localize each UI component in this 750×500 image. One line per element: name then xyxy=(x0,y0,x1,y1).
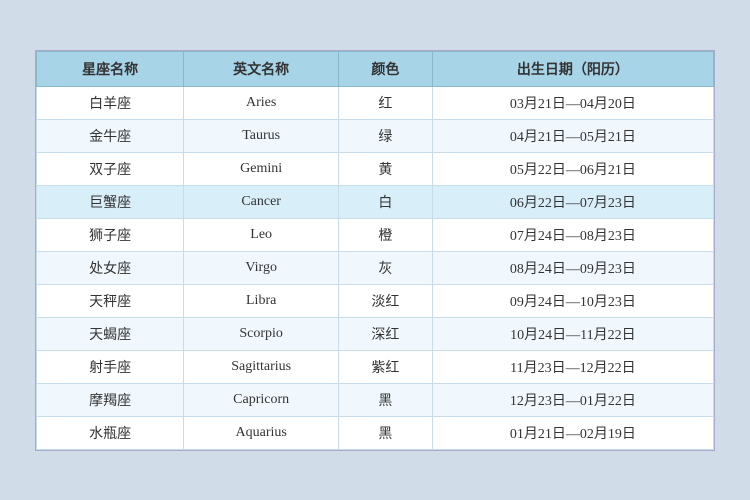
cell-chinese: 巨蟹座 xyxy=(37,185,184,218)
table-row: 摩羯座Capricorn黑12月23日—01月22日 xyxy=(37,383,714,416)
col-header-chinese: 星座名称 xyxy=(37,51,184,86)
zodiac-table: 星座名称 英文名称 颜色 出生日期（阳历） 白羊座Aries红03月21日—04… xyxy=(36,51,714,450)
cell-dates: 10月24日—11月22日 xyxy=(432,317,713,350)
cell-color: 橙 xyxy=(339,218,433,251)
cell-english: Leo xyxy=(184,218,339,251)
cell-english: Gemini xyxy=(184,152,339,185)
cell-dates: 04月21日—05月21日 xyxy=(432,119,713,152)
cell-english: Aries xyxy=(184,86,339,119)
cell-chinese: 摩羯座 xyxy=(37,383,184,416)
cell-english: Scorpio xyxy=(184,317,339,350)
cell-chinese: 狮子座 xyxy=(37,218,184,251)
cell-dates: 07月24日—08月23日 xyxy=(432,218,713,251)
table-row: 金牛座Taurus绿04月21日—05月21日 xyxy=(37,119,714,152)
cell-english: Virgo xyxy=(184,251,339,284)
zodiac-table-container: 星座名称 英文名称 颜色 出生日期（阳历） 白羊座Aries红03月21日—04… xyxy=(35,50,715,451)
cell-dates: 03月21日—04月20日 xyxy=(432,86,713,119)
cell-chinese: 金牛座 xyxy=(37,119,184,152)
col-header-dates: 出生日期（阳历） xyxy=(432,51,713,86)
cell-chinese: 水瓶座 xyxy=(37,416,184,449)
cell-color: 黑 xyxy=(339,416,433,449)
cell-color: 深红 xyxy=(339,317,433,350)
table-row: 巨蟹座Cancer白06月22日—07月23日 xyxy=(37,185,714,218)
cell-dates: 01月21日—02月19日 xyxy=(432,416,713,449)
cell-color: 白 xyxy=(339,185,433,218)
cell-chinese: 射手座 xyxy=(37,350,184,383)
table-row: 处女座Virgo灰08月24日—09月23日 xyxy=(37,251,714,284)
cell-english: Cancer xyxy=(184,185,339,218)
cell-chinese: 双子座 xyxy=(37,152,184,185)
cell-dates: 11月23日—12月22日 xyxy=(432,350,713,383)
cell-color: 淡红 xyxy=(339,284,433,317)
table-header-row: 星座名称 英文名称 颜色 出生日期（阳历） xyxy=(37,51,714,86)
cell-dates: 09月24日—10月23日 xyxy=(432,284,713,317)
cell-color: 绿 xyxy=(339,119,433,152)
cell-chinese: 天秤座 xyxy=(37,284,184,317)
cell-color: 灰 xyxy=(339,251,433,284)
cell-english: Sagittarius xyxy=(184,350,339,383)
col-header-english: 英文名称 xyxy=(184,51,339,86)
cell-english: Taurus xyxy=(184,119,339,152)
cell-color: 红 xyxy=(339,86,433,119)
table-row: 狮子座Leo橙07月24日—08月23日 xyxy=(37,218,714,251)
cell-dates: 12月23日—01月22日 xyxy=(432,383,713,416)
cell-chinese: 白羊座 xyxy=(37,86,184,119)
table-row: 双子座Gemini黄05月22日—06月21日 xyxy=(37,152,714,185)
cell-english: Aquarius xyxy=(184,416,339,449)
cell-english: Libra xyxy=(184,284,339,317)
table-row: 天秤座Libra淡红09月24日—10月23日 xyxy=(37,284,714,317)
cell-chinese: 天蝎座 xyxy=(37,317,184,350)
table-body: 白羊座Aries红03月21日—04月20日金牛座Taurus绿04月21日—0… xyxy=(37,86,714,449)
col-header-color: 颜色 xyxy=(339,51,433,86)
cell-dates: 08月24日—09月23日 xyxy=(432,251,713,284)
cell-color: 黑 xyxy=(339,383,433,416)
table-row: 白羊座Aries红03月21日—04月20日 xyxy=(37,86,714,119)
cell-color: 黄 xyxy=(339,152,433,185)
cell-color: 紫红 xyxy=(339,350,433,383)
cell-english: Capricorn xyxy=(184,383,339,416)
cell-chinese: 处女座 xyxy=(37,251,184,284)
table-row: 射手座Sagittarius紫红11月23日—12月22日 xyxy=(37,350,714,383)
cell-dates: 06月22日—07月23日 xyxy=(432,185,713,218)
cell-dates: 05月22日—06月21日 xyxy=(432,152,713,185)
table-row: 天蝎座Scorpio深红10月24日—11月22日 xyxy=(37,317,714,350)
table-row: 水瓶座Aquarius黑01月21日—02月19日 xyxy=(37,416,714,449)
